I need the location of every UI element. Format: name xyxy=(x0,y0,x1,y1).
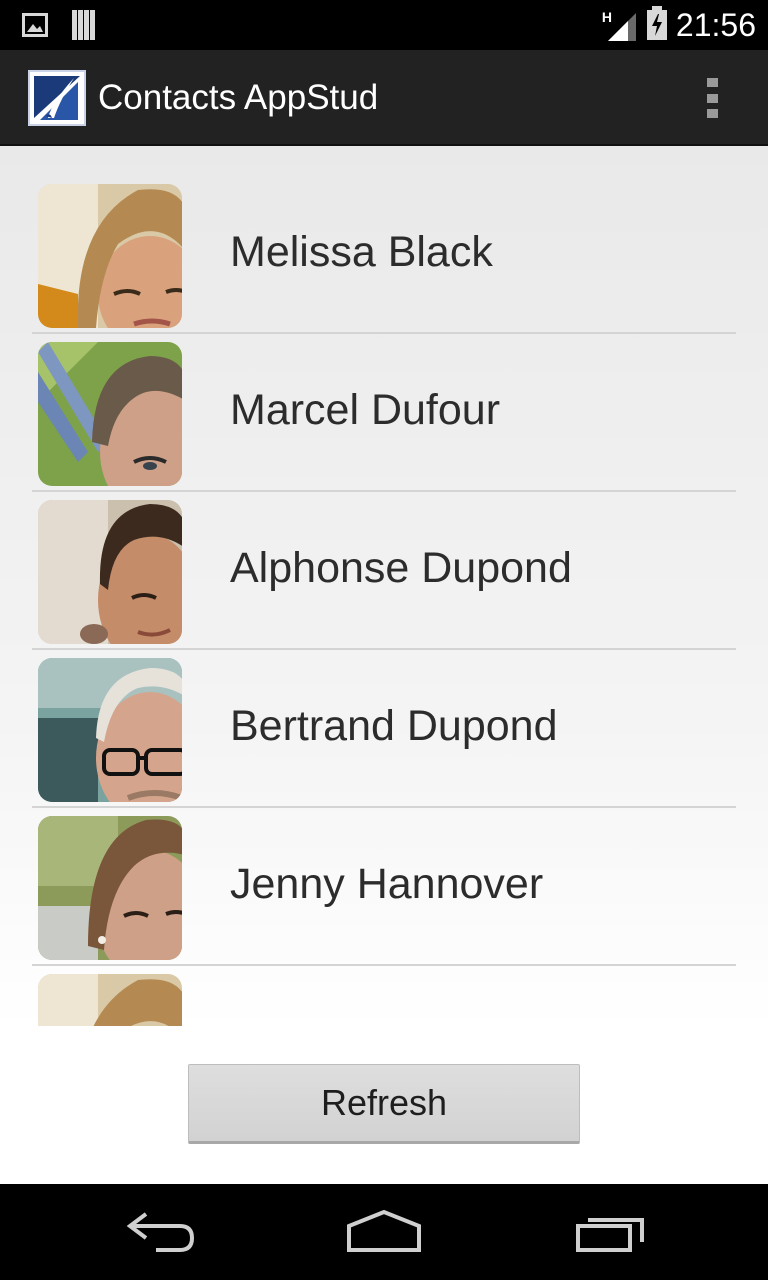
overflow-dot xyxy=(706,109,718,118)
contact-row[interactable]: Marcel Dufour xyxy=(32,334,736,492)
status-bar: H 21:56 xyxy=(0,0,768,50)
content-area: Melissa Black Marcel Dufour Alphonse Dup… xyxy=(0,146,768,1184)
battery-charging-icon xyxy=(646,6,668,44)
overflow-dot xyxy=(706,93,718,103)
action-bar: Contacts AppStud xyxy=(0,50,768,146)
contact-row[interactable]: Melissa Black xyxy=(32,176,736,334)
contact-row[interactable]: Jenny Hannover xyxy=(32,808,736,966)
contact-name: Marcel Dufour xyxy=(230,386,501,434)
back-icon[interactable] xyxy=(116,1204,206,1260)
contact-photo xyxy=(38,974,182,1026)
signal-icon: H xyxy=(602,7,638,43)
home-icon[interactable] xyxy=(339,1204,429,1260)
contact-photo xyxy=(38,342,182,486)
contact-name: Jenny Hannover xyxy=(230,860,544,908)
contact-row[interactable] xyxy=(32,966,736,1026)
refresh-button[interactable]: Refresh xyxy=(188,1064,580,1144)
contact-name: Melissa Black xyxy=(230,228,493,276)
system-status: H 21:56 xyxy=(602,6,756,44)
contact-photo xyxy=(38,658,182,802)
contact-name: Bertrand Dupond xyxy=(230,702,558,750)
app-title: Contacts AppStud xyxy=(98,78,379,117)
contact-list[interactable]: Melissa Black Marcel Dufour Alphonse Dup… xyxy=(32,176,736,1026)
overflow-menu-icon[interactable] xyxy=(700,76,724,120)
notification-icons xyxy=(22,10,96,44)
contact-photo xyxy=(38,500,182,644)
storage-notification-icon xyxy=(72,10,96,44)
contact-name: Alphonse Dupond xyxy=(230,544,572,592)
recent-apps-icon[interactable] xyxy=(566,1204,656,1260)
navigation-bar xyxy=(0,1184,768,1280)
image-notification-icon xyxy=(22,13,48,41)
appstud-logo-icon[interactable] xyxy=(28,70,86,126)
contact-row[interactable]: Bertrand Dupond xyxy=(32,650,736,808)
overflow-dot xyxy=(706,78,718,87)
clock: 21:56 xyxy=(675,6,756,43)
contact-row[interactable]: Alphonse Dupond xyxy=(32,492,736,650)
contact-photo xyxy=(38,816,182,960)
contact-photo xyxy=(38,184,182,328)
